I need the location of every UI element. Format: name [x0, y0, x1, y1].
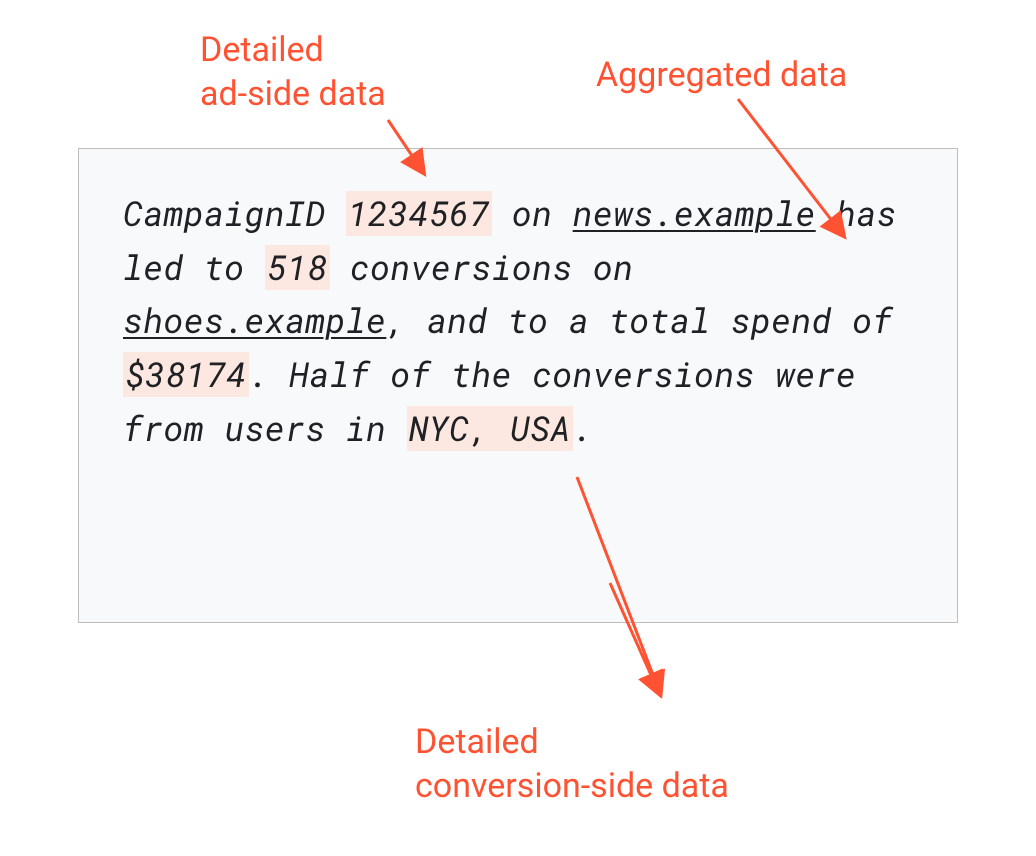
label-detailed-ad-side: Detailed ad-side data — [200, 28, 386, 116]
label-line-1: Detailed — [415, 722, 539, 762]
label-line-1: Detailed — [200, 30, 324, 70]
label-aggregated-data: Aggregated data — [596, 53, 847, 97]
text-2: on — [492, 191, 573, 236]
underline-site-2: shoes.example — [123, 298, 386, 343]
label-line-2: conversion-side data — [415, 766, 729, 806]
highlight-conversions: 518 — [265, 245, 330, 290]
label-detailed-conversion-side: Detailed conversion-side data — [415, 720, 729, 808]
text-1: CampaignID — [123, 191, 346, 236]
content-box: CampaignID 1234567 on news.example has l… — [78, 148, 958, 623]
text-7: . — [573, 406, 593, 451]
label-text: Aggregated data — [596, 55, 847, 95]
text-5: , and to a total spend of — [386, 298, 892, 343]
label-line-2: ad-side data — [200, 74, 386, 114]
highlight-location: NYC, USA — [407, 406, 573, 451]
content-text: CampaignID 1234567 on news.example has l… — [123, 187, 913, 456]
underline-site-1: news.example — [573, 191, 816, 236]
text-4: conversions on — [330, 245, 634, 290]
highlight-spend: $38174 — [123, 352, 249, 397]
highlight-campaign-id: 1234567 — [346, 191, 492, 236]
